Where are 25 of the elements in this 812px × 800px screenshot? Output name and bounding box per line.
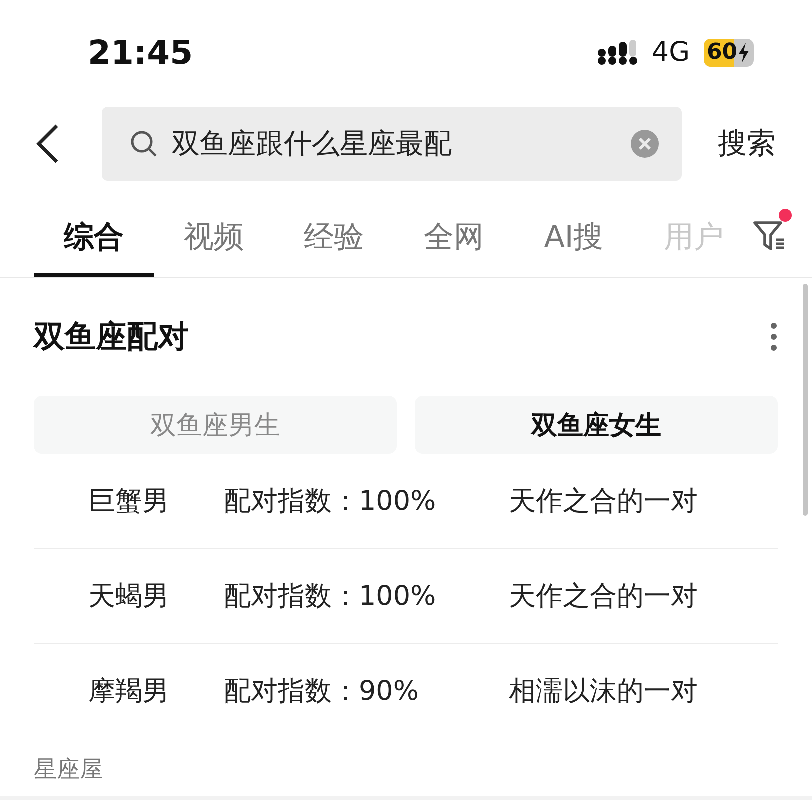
status-time: 21:45 — [88, 33, 194, 72]
score-text: 配对指数：100% — [224, 580, 438, 614]
search-field[interactable]: 双鱼座跟什么星座最配 — [102, 107, 682, 181]
tab[interactable]: 经验 — [274, 201, 394, 277]
tab[interactable]: AI搜 — [514, 201, 634, 277]
tab[interactable]: 全网 — [394, 201, 514, 277]
network-label: 4G — [652, 37, 690, 68]
source-label: 星座屋 — [34, 756, 104, 785]
search-icon — [130, 130, 158, 158]
comment-text: 相濡以沫的一对 — [509, 675, 699, 709]
tab[interactable]: 视频 — [154, 201, 274, 277]
sign-text: 巨蟹男 — [88, 485, 170, 519]
comment-text: 天作之合的一对 — [509, 485, 699, 519]
segment-tab[interactable]: 双鱼座男生 — [34, 396, 397, 454]
comment-text: 天作之合的一对 — [509, 580, 699, 614]
score-text: 配对指数：90% — [224, 675, 420, 709]
sign-text: 摩羯男 — [88, 675, 170, 709]
card-title: 双鱼座配对 — [34, 318, 189, 357]
signal-icon — [598, 40, 638, 66]
score-text: 配对指数：100% — [224, 485, 438, 519]
tab[interactable]: 综合 — [34, 201, 154, 277]
sign-text: 天蝎男 — [88, 580, 170, 614]
segment-tab[interactable]: 双鱼座女生 — [415, 396, 778, 454]
search-button[interactable]: 搜索 — [718, 124, 776, 164]
more-icon[interactable] — [770, 322, 778, 352]
